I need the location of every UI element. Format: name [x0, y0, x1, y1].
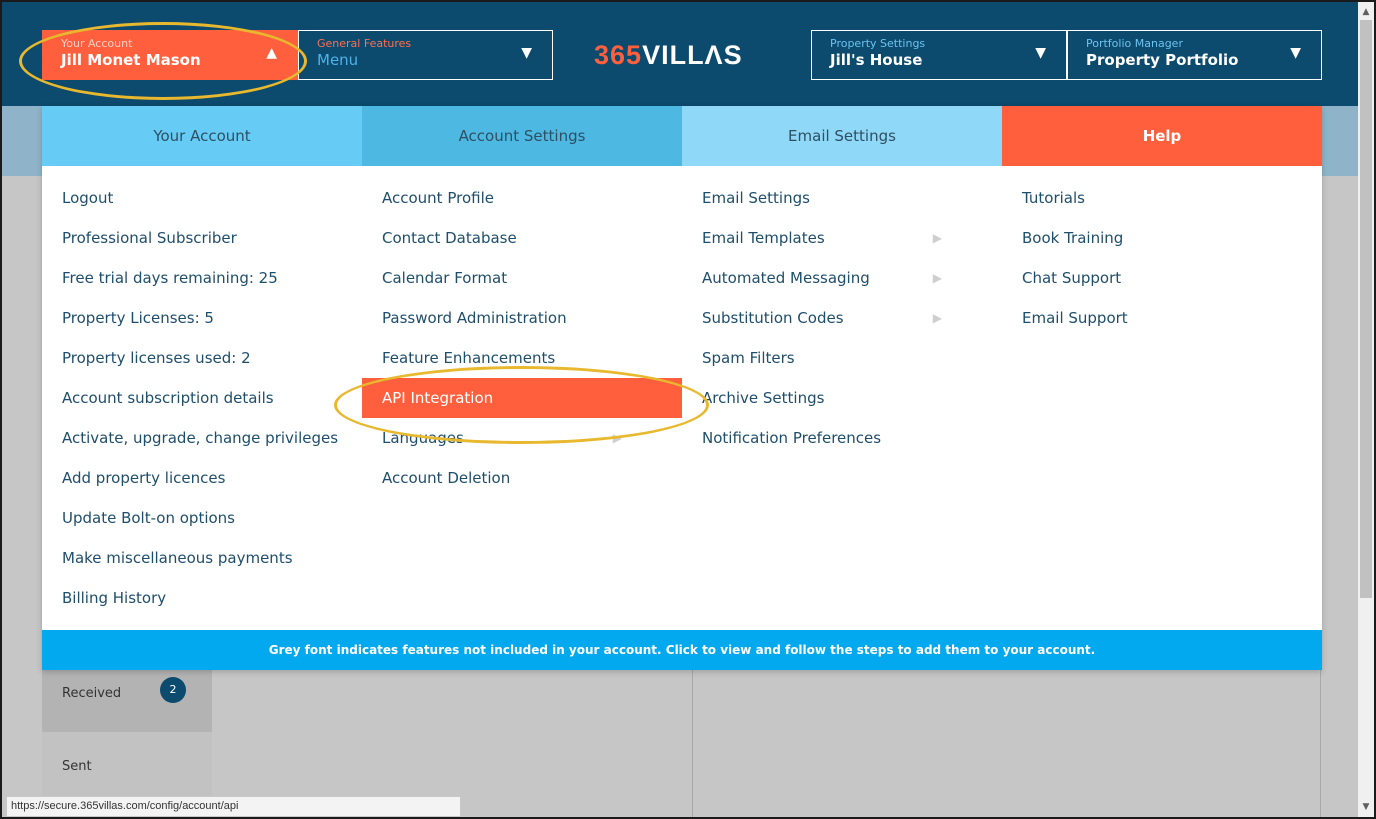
mega-menu: Your Account Account Settings Email Sett… — [42, 106, 1322, 670]
portfolio-manager-label: Portfolio Manager — [1086, 37, 1183, 50]
property-settings-value: Jill's House — [830, 51, 923, 69]
menu-item-account-profile[interactable]: Account Profile — [362, 178, 682, 218]
menu-item-logout[interactable]: Logout — [42, 178, 362, 218]
tab-email-settings[interactable]: Email Settings — [682, 106, 1002, 166]
portfolio-manager-value: Property Portfolio — [1086, 51, 1239, 69]
scroll-up-icon[interactable]: ▲ — [1358, 4, 1374, 20]
your-account-dropdown[interactable]: Your Account Jill Monet Mason ▲ — [42, 30, 298, 80]
menu-item-trial-days[interactable]: Free trial days remaining: 25 — [42, 258, 362, 298]
account-settings-column: Account Profile Contact Database Calenda… — [362, 178, 682, 498]
menu-item-misc-payments[interactable]: Make miscellaneous payments — [42, 538, 362, 578]
menu-item-notification-preferences[interactable]: Notification Preferences — [682, 418, 1002, 458]
top-header: Your Account Jill Monet Mason ▲ General … — [2, 2, 1358, 106]
menu-item-email-settings[interactable]: Email Settings — [682, 178, 1002, 218]
your-account-label: Your Account — [61, 37, 133, 50]
tab-help[interactable]: Help — [1002, 106, 1322, 166]
menu-item-substitution-codes[interactable]: Substitution Codes ▶ — [682, 298, 1002, 338]
menu-item-add-licences[interactable]: Add property licences — [42, 458, 362, 498]
substitution-codes-label: Substitution Codes — [702, 309, 844, 327]
menu-item-subscription-details[interactable]: Account subscription details — [42, 378, 362, 418]
scrollbar-thumb[interactable] — [1360, 20, 1372, 598]
menu-item-billing-history[interactable]: Billing History — [42, 578, 362, 618]
menu-item-archive-settings[interactable]: Archive Settings — [682, 378, 1002, 418]
portfolio-manager-dropdown[interactable]: Portfolio Manager Property Portfolio ▼ — [1067, 30, 1322, 80]
automated-messaging-label: Automated Messaging — [702, 269, 870, 287]
menu-item-automated-messaging[interactable]: Automated Messaging ▶ — [682, 258, 1002, 298]
email-templates-label: Email Templates — [702, 229, 825, 247]
your-account-column: Logout Professional Subscriber Free tria… — [42, 178, 362, 618]
property-settings-label: Property Settings — [830, 37, 926, 50]
menu-item-calendar-format[interactable]: Calendar Format — [362, 258, 682, 298]
submenu-arrow-icon: ▶ — [612, 431, 622, 445]
menu-item-chat-support[interactable]: Chat Support — [1002, 258, 1322, 298]
caret-down-icon: ▼ — [1035, 45, 1046, 61]
status-url-bar: https://secure.365villas.com/config/acco… — [6, 796, 461, 817]
menu-item-password-admin[interactable]: Password Administration — [362, 298, 682, 338]
submenu-arrow-icon: ▶ — [932, 231, 942, 245]
caret-up-icon: ▲ — [266, 45, 277, 61]
menu-item-book-training[interactable]: Book Training — [1002, 218, 1322, 258]
menu-item-languages[interactable]: Languages ▶ — [362, 418, 682, 458]
menu-item-tutorials[interactable]: Tutorials — [1002, 178, 1322, 218]
languages-label: Languages — [382, 429, 464, 447]
submenu-arrow-icon: ▶ — [932, 311, 942, 325]
menu-item-email-support[interactable]: Email Support — [1002, 298, 1322, 338]
general-features-label: General Features — [317, 37, 412, 50]
menu-item-feature-enhancements[interactable]: Feature Enhancements — [362, 338, 682, 378]
menu-tabs: Your Account Account Settings Email Sett… — [42, 106, 1322, 166]
caret-down-icon: ▼ — [521, 45, 532, 61]
received-count-badge: 2 — [160, 677, 186, 703]
general-features-dropdown[interactable]: General Features Menu ▼ — [298, 30, 553, 80]
brand-logo[interactable]: 365VILLΛS — [594, 40, 743, 71]
menu-item-subscription-type[interactable]: Professional Subscriber — [42, 218, 362, 258]
submenu-arrow-icon: ▶ — [932, 271, 942, 285]
your-account-value: Jill Monet Mason — [61, 51, 201, 69]
sent-label: Sent — [62, 759, 92, 774]
property-settings-dropdown[interactable]: Property Settings Jill's House ▼ — [811, 30, 1067, 80]
browser-viewport: Your Account Jill Monet Mason ▲ General … — [0, 0, 1376, 819]
menu-footer-note: Grey font indicates features not include… — [42, 630, 1322, 670]
menu-item-api-integration[interactable]: API Integration — [362, 378, 682, 418]
menu-item-licenses-used[interactable]: Property licenses used: 2 — [42, 338, 362, 378]
logo-number: 365 — [594, 40, 643, 70]
tab-your-account[interactable]: Your Account — [42, 106, 362, 166]
caret-down-icon: ▼ — [1290, 45, 1301, 61]
menu-item-property-licenses[interactable]: Property Licenses: 5 — [42, 298, 362, 338]
menu-item-email-templates[interactable]: Email Templates ▶ — [682, 218, 1002, 258]
menu-item-spam-filters[interactable]: Spam Filters — [682, 338, 1002, 378]
general-features-value: Menu — [317, 51, 359, 69]
panel-divider — [1320, 670, 1321, 817]
tab-account-settings[interactable]: Account Settings — [362, 106, 682, 166]
received-label: Received — [62, 686, 122, 701]
menu-item-account-deletion[interactable]: Account Deletion — [362, 458, 682, 498]
menu-item-bolt-on-options[interactable]: Update Bolt-on options — [42, 498, 362, 538]
panel-divider — [692, 670, 693, 817]
scroll-down-icon[interactable]: ▼ — [1358, 799, 1374, 815]
help-column: Tutorials Book Training Chat Support Ema… — [1002, 178, 1322, 338]
email-settings-column: Email Settings Email Templates ▶ Automate… — [682, 178, 1002, 458]
logo-word: VILLΛS — [642, 40, 743, 70]
menu-item-change-privileges[interactable]: Activate, upgrade, change privileges — [42, 418, 362, 458]
menu-item-contact-database[interactable]: Contact Database — [362, 218, 682, 258]
